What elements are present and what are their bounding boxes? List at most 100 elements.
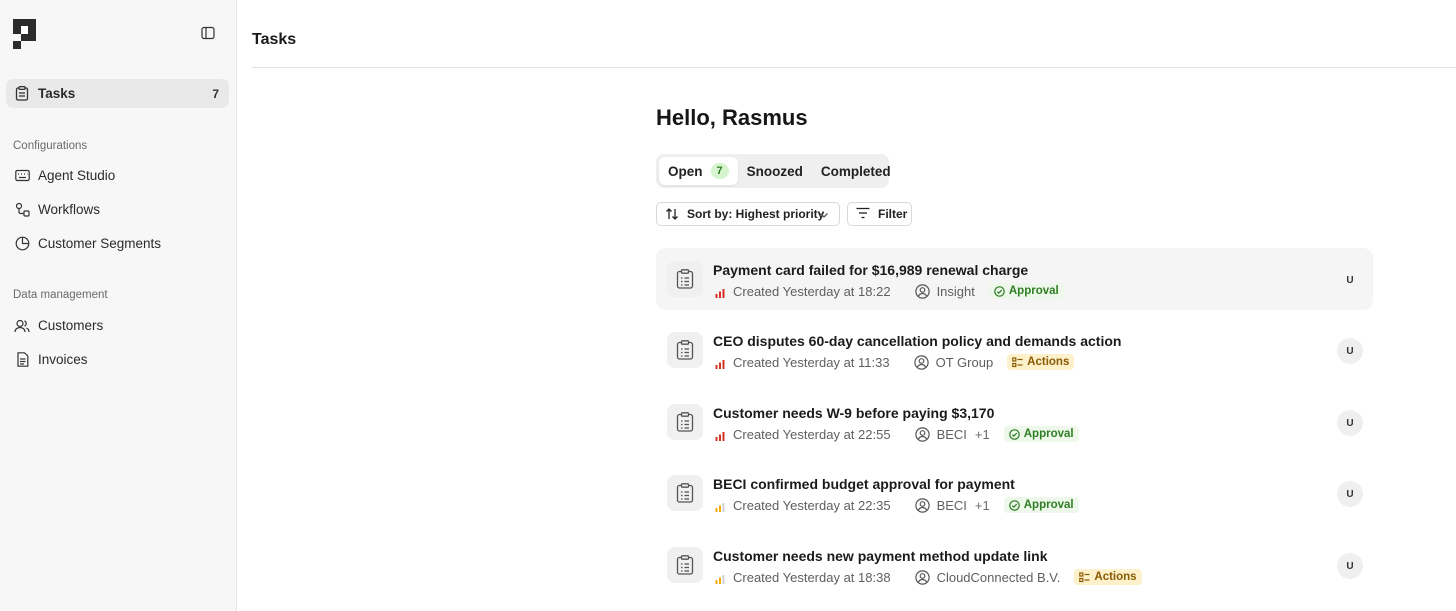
task-tag-label: Actions: [1094, 571, 1137, 583]
task-customer-name: OT Group: [935, 354, 994, 370]
workflow-icon: [14, 202, 30, 218]
section-label-data-management: Data management: [13, 289, 108, 301]
sidebar-item-customers[interactable]: Customers: [6, 311, 229, 340]
task-title: Customer needs new payment method update…: [713, 548, 1048, 564]
users-icon: [14, 318, 30, 334]
task-row[interactable]: Customer needs W-9 before paying $3,170 C…: [656, 391, 1373, 453]
user-circle-icon: [914, 497, 930, 513]
sidebar-item-label: Tasks: [38, 86, 76, 101]
keyboard-icon: [14, 168, 30, 184]
task-meta: Created Yesterday at 18:38 CloudConnected…: [715, 569, 1142, 585]
task-title: Payment card failed for $16,989 renewal …: [713, 262, 1029, 278]
task-customer[interactable]: CloudConnected B.V.: [914, 569, 1061, 585]
task-tag-approval: Approval: [1003, 426, 1079, 442]
priority-bars-icon: [715, 572, 725, 584]
task-row[interactable]: BECI confirmed budget approval for payme…: [656, 462, 1373, 524]
checklist-icon: [1079, 571, 1090, 583]
assignee-avatar[interactable]: U: [1337, 553, 1363, 579]
assignee-avatar[interactable]: U: [1337, 410, 1363, 436]
chevron-down-icon: [819, 209, 829, 219]
check-circle-icon: [1008, 499, 1020, 511]
task-title: BECI confirmed budget approval for payme…: [713, 476, 1015, 492]
tab-label: Completed: [820, 163, 891, 179]
task-customer[interactable]: OT Group: [913, 354, 994, 370]
tab-label: Open: [668, 163, 703, 179]
task-row[interactable]: Payment card failed for $16,989 renewal …: [656, 248, 1373, 310]
tasks-count-badge: 7: [212, 86, 219, 101]
task-row[interactable]: CEO disputes 60-day cancellation policy …: [656, 319, 1373, 381]
task-customer-name: Insight: [936, 283, 975, 299]
tab-snoozed[interactable]: Snoozed: [738, 157, 812, 185]
checklist-icon: [1012, 356, 1023, 368]
pie-chart-icon: [14, 236, 30, 252]
sidebar-item-label: Customers: [38, 318, 104, 333]
task-title: Customer needs W-9 before paying $3,170: [713, 405, 995, 421]
task-customer-name: CloudConnected B.V.: [936, 569, 1061, 585]
task-created-time: Created Yesterday at 11:33: [733, 354, 890, 370]
sidebar-item-label: Workflows: [38, 202, 101, 217]
task-clipboard-icon: [667, 475, 703, 511]
priority-bars-icon: [715, 286, 725, 298]
assignee-avatar[interactable]: U: [1337, 267, 1363, 293]
page-title: Tasks: [252, 31, 297, 48]
task-created-time: Created Yesterday at 22:55: [733, 426, 891, 442]
tab-label: Snoozed: [746, 163, 803, 179]
sort-dropdown[interactable]: Sort by: Highest priority: [656, 202, 840, 226]
priority-bars-icon: [715, 500, 725, 512]
sidebar-item-label: Invoices: [38, 352, 88, 367]
task-customer-name: BECI: [936, 426, 967, 442]
task-title: CEO disputes 60-day cancellation policy …: [713, 333, 1122, 349]
task-created-time: Created Yesterday at 22:35: [733, 497, 891, 513]
app-logo[interactable]: [13, 19, 36, 49]
open-count-badge: 7: [710, 163, 729, 179]
filter-button[interactable]: Filter: [847, 202, 912, 226]
filter-label: Filter: [878, 207, 908, 221]
task-clipboard-icon: [667, 547, 703, 583]
task-clipboard-icon: [667, 261, 703, 297]
sidebar-item-agent-studio[interactable]: Agent Studio: [6, 161, 229, 190]
task-customer-more: +1: [974, 426, 990, 442]
section-label-configurations: Configurations: [13, 140, 88, 152]
tab-completed[interactable]: Completed: [812, 157, 900, 185]
user-circle-icon: [914, 569, 930, 585]
sidebar-item-tasks[interactable]: Tasks 7: [6, 79, 229, 108]
task-tag-label: Approval: [1008, 285, 1059, 297]
task-meta: Created Yesterday at 22:35 BECI +1 Approval: [715, 497, 1079, 513]
task-customer-more: +1: [974, 497, 990, 513]
sidebar-item-label: Customer Segments: [38, 236, 162, 251]
task-tag-label: Actions: [1027, 356, 1070, 368]
sidebar-item-workflows[interactable]: Workflows: [6, 195, 229, 224]
task-created-time: Created Yesterday at 18:38: [733, 569, 891, 585]
task-tag-approval: Approval: [988, 283, 1064, 299]
task-tag-label: Approval: [1023, 499, 1074, 511]
sort-label: Sort by: Highest priority: [687, 207, 825, 221]
assignee-avatar[interactable]: U: [1337, 338, 1363, 364]
priority-bars-icon: [715, 429, 725, 441]
sidebar-item-invoices[interactable]: Invoices: [6, 345, 229, 374]
task-customer[interactable]: BECI +1: [914, 497, 990, 513]
task-row[interactable]: Customer needs new payment method update…: [656, 534, 1373, 596]
check-circle-icon: [1008, 428, 1020, 440]
user-circle-icon: [913, 354, 929, 370]
tab-open[interactable]: Open 7: [659, 157, 738, 185]
task-customer-name: BECI: [936, 497, 967, 513]
sidebar-item-label: Agent Studio: [38, 168, 116, 183]
task-tag-label: Approval: [1023, 428, 1074, 440]
task-customer[interactable]: Insight: [914, 283, 975, 299]
task-clipboard-icon: [667, 404, 703, 440]
task-tag-approval: Approval: [1003, 497, 1079, 513]
user-circle-icon: [914, 426, 930, 442]
task-tag-actions: Actions: [1007, 354, 1075, 370]
sort-arrows-icon: [665, 207, 679, 221]
user-circle-icon: [914, 283, 930, 299]
sidebar-toggle-icon[interactable]: [199, 24, 217, 42]
filter-icon: [856, 207, 870, 221]
sidebar: Tasks 7 Configurations Agent Studio Work…: [0, 0, 237, 611]
check-circle-icon: [994, 285, 1005, 297]
file-text-icon: [14, 352, 30, 368]
task-created-time: Created Yesterday at 18:22: [733, 283, 891, 299]
assignee-avatar[interactable]: U: [1337, 481, 1363, 507]
task-customer[interactable]: BECI +1: [914, 426, 990, 442]
sidebar-item-customer-segments[interactable]: Customer Segments: [6, 229, 229, 258]
clipboard-icon: [14, 86, 30, 102]
